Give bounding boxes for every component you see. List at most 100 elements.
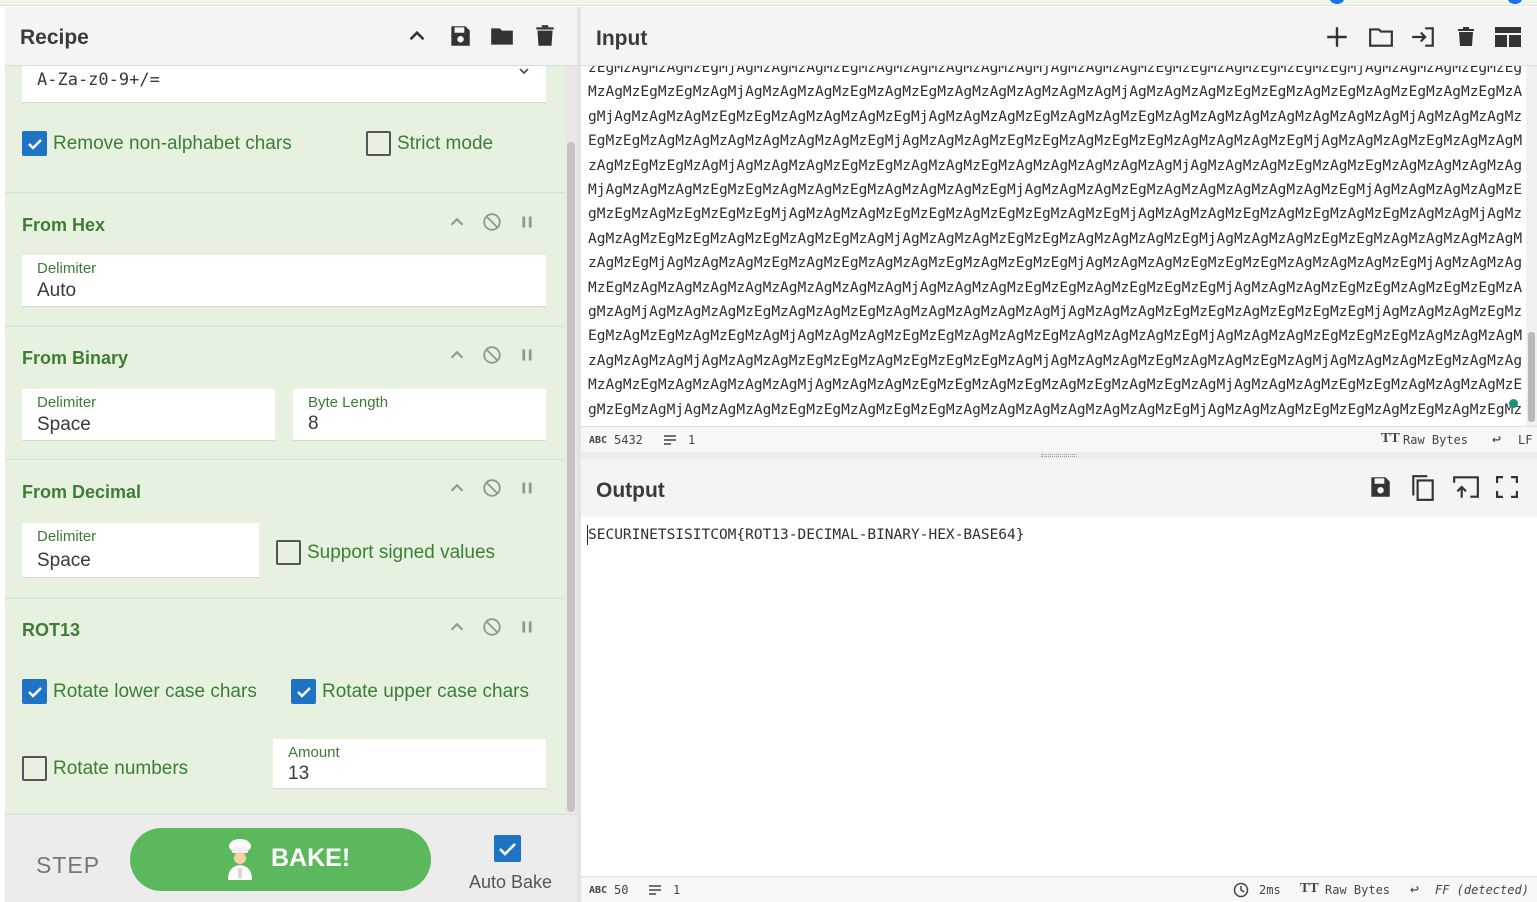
input-status-bar: ABC 5432 1 TT Raw Bytes ↩ LF	[581, 426, 1537, 452]
chef-icon	[228, 839, 252, 880]
lines-icon	[649, 885, 661, 895]
remove-non-alphabet-label: Remove non-alphabet chars	[53, 133, 292, 154]
abc-icon: ABC	[589, 435, 608, 446]
strict-mode-label: Strict mode	[397, 133, 494, 154]
operation-from-base64: A-Za-z0-9+/= Remove non-alphabet chars S…	[5, 66, 565, 192]
bake-controls: STEP BAKE! Auto Bake	[5, 814, 577, 902]
output-char-count: 50	[614, 883, 629, 897]
trash-icon[interactable]	[532, 23, 558, 49]
output-textarea[interactable]: SECURINETSISITCOM{ROT13-DECIMAL-BINARY-H…	[581, 517, 1537, 877]
output-bake-time: 2ms	[1259, 883, 1281, 897]
pause-icon[interactable]	[516, 477, 538, 499]
input-text: zEgMzAgMzAgMzEgMjAgMzAgMzAgMzEgMzAgMzAgM…	[588, 66, 1523, 418]
line-break-icon: ↩	[1410, 880, 1420, 898]
rotate-lower-checkbox[interactable]	[22, 679, 47, 704]
text-encoding-icon: TT	[1381, 431, 1400, 446]
input-scrollbar[interactable]	[1526, 66, 1537, 426]
delimiter-field[interactable]: Delimiter Space	[22, 389, 275, 441]
bake-button[interactable]: BAKE!	[130, 828, 431, 891]
disable-icon[interactable]	[481, 344, 503, 366]
clock-icon	[1233, 882, 1249, 898]
chevron-down-icon[interactable]	[518, 66, 530, 76]
operation-title: From Binary	[22, 348, 129, 368]
input-textarea[interactable]: zEgMzAgMzAgMzEgMjAgMzAgMzAgMzEgMzAgMzAgM…	[581, 66, 1526, 426]
output-title: Output	[596, 479, 665, 502]
bake-label: BAKE!	[271, 844, 351, 872]
save-icon[interactable]	[447, 23, 473, 49]
input-header: Input	[581, 7, 1537, 66]
byte-length-field[interactable]: Byte Length 8	[293, 389, 546, 441]
delimiter-value: Space	[37, 414, 91, 435]
pause-icon[interactable]	[516, 616, 538, 638]
delimiter-field[interactable]: Delimiter Auto	[22, 255, 546, 307]
support-signed-checkbox[interactable]	[276, 540, 301, 565]
input-char-count: 5432	[614, 433, 643, 447]
byte-length-value: 8	[308, 413, 319, 434]
input-line-count: 1	[688, 433, 696, 447]
delimiter-label: Delimiter	[37, 528, 97, 545]
import-icon[interactable]	[1409, 24, 1437, 50]
rotate-numbers-label: Rotate numbers	[53, 758, 189, 779]
delimiter-value: Auto	[37, 280, 77, 301]
replace-input-icon[interactable]	[1452, 474, 1480, 500]
trash-icon[interactable]	[1454, 24, 1478, 50]
output-header: Output	[581, 459, 1537, 518]
input-scrollbar-thumb[interactable]	[1528, 332, 1535, 422]
amount-field[interactable]: Amount 13	[273, 739, 546, 789]
recipe-panel: Recipe A-Za-z0-9+/= Remove non-alphabet …	[5, 7, 577, 902]
step-button[interactable]: STEP	[36, 852, 100, 879]
recipe-header: Recipe	[5, 7, 577, 66]
recipe-title: Recipe	[20, 26, 89, 49]
auto-bake-checkbox[interactable]	[494, 835, 521, 862]
fullscreen-icon[interactable]	[1496, 476, 1518, 498]
line-break-icon: ↩	[1492, 430, 1502, 448]
save-icon[interactable]	[1367, 474, 1393, 500]
rotate-upper-checkbox[interactable]	[291, 679, 316, 704]
alphabet-field[interactable]: A-Za-z0-9+/=	[22, 66, 546, 103]
output-text: SECURINETSISITCOM{ROT13-DECIMAL-BINARY-H…	[588, 527, 1025, 543]
input-title: Input	[596, 27, 648, 50]
operation-from-decimal: From Decimal Delimiter Space Support sig…	[5, 459, 565, 598]
delimiter-label: Delimiter	[37, 394, 97, 411]
byte-length-label: Byte Length	[308, 394, 389, 411]
top-indicator	[1508, 0, 1522, 4]
auto-bake-label: Auto Bake	[469, 872, 553, 892]
plus-icon[interactable]	[1324, 24, 1350, 50]
disable-icon[interactable]	[481, 477, 503, 499]
delimiter-label: Delimiter	[37, 260, 97, 277]
rotate-numbers-checkbox[interactable]	[22, 756, 47, 781]
abc-icon: ABC	[589, 885, 608, 896]
output-eol[interactable]: FF (detected)	[1435, 883, 1529, 897]
operation-title: From Decimal	[22, 482, 142, 502]
chevron-up-icon[interactable]	[446, 616, 468, 638]
operation-title: ROT13	[22, 620, 81, 640]
pause-icon[interactable]	[516, 211, 538, 233]
output-status-bar: ABC 50 1 2ms TT Raw Bytes ↩ FF (detected…	[581, 876, 1537, 902]
remove-non-alphabet-checkbox[interactable]	[22, 131, 47, 156]
chevron-up-icon[interactable]	[446, 211, 468, 233]
lines-icon	[664, 435, 676, 445]
alphabet-value: A-Za-z0-9+/=	[37, 70, 160, 90]
recipe-scrollbar[interactable]	[565, 66, 577, 814]
amount-label: Amount	[288, 744, 340, 761]
input-eol[interactable]: LF	[1518, 433, 1532, 447]
text-encoding-icon: TT	[1300, 881, 1319, 896]
layout-icon[interactable]	[1494, 25, 1522, 49]
pause-icon[interactable]	[516, 344, 538, 366]
input-encoding[interactable]: Raw Bytes	[1403, 433, 1468, 447]
open-folder-icon[interactable]	[1367, 24, 1395, 50]
cursor-dot	[1509, 399, 1518, 408]
disable-icon[interactable]	[481, 211, 503, 233]
disable-icon[interactable]	[481, 616, 503, 638]
strict-mode-checkbox[interactable]	[366, 131, 391, 156]
operation-title: From Hex	[22, 215, 106, 235]
output-encoding[interactable]: Raw Bytes	[1325, 883, 1390, 897]
amount-value: 13	[288, 763, 310, 784]
delimiter-field[interactable]: Delimiter Space	[22, 523, 259, 578]
copy-icon[interactable]	[1410, 474, 1436, 502]
folder-icon[interactable]	[489, 23, 515, 49]
recipe-scrollbar-thumb[interactable]	[567, 142, 575, 812]
chevron-up-icon[interactable]	[404, 23, 430, 49]
chevron-up-icon[interactable]	[446, 477, 468, 499]
chevron-up-icon[interactable]	[446, 344, 468, 366]
